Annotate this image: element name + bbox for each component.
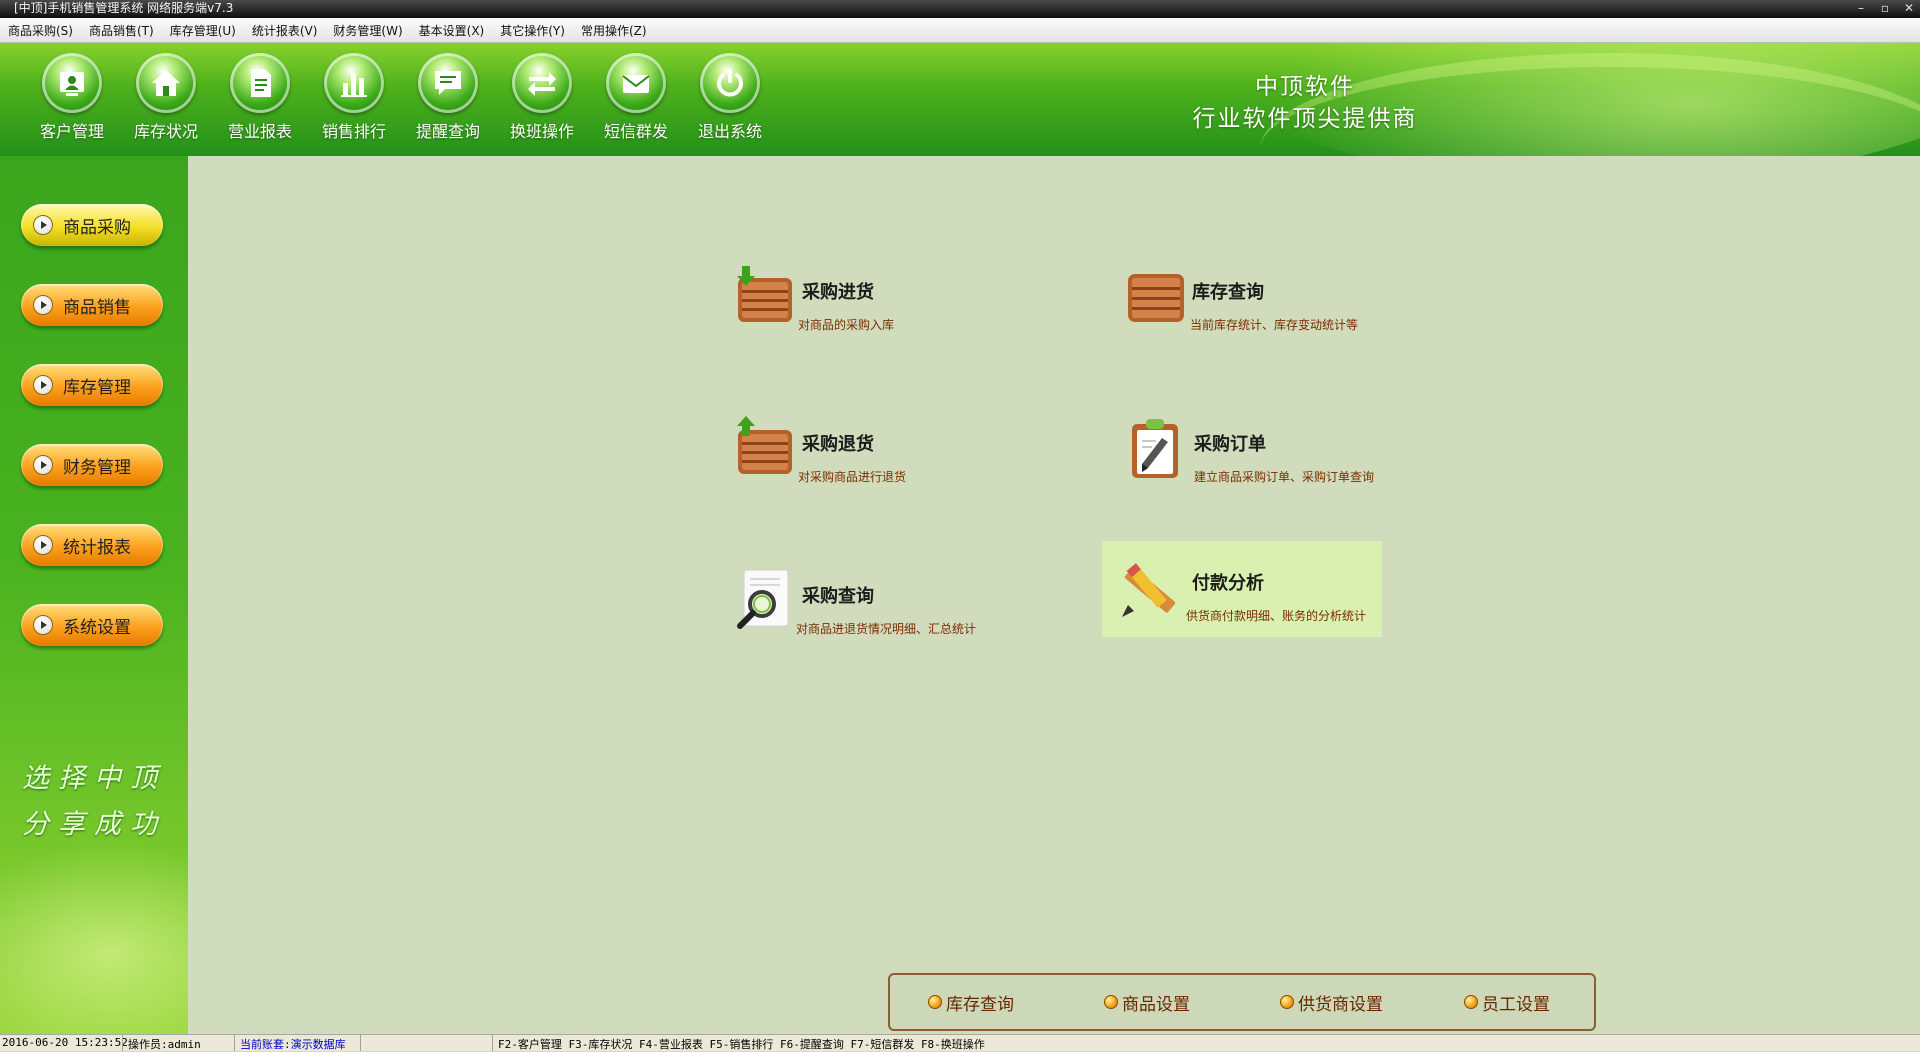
- tile-payment-analysis[interactable]: 付款分析 供货商付款明细、账务的分析统计: [1102, 541, 1382, 637]
- quick-links-bar: 库存查询 商品设置 供货商设置 员工设置: [888, 973, 1596, 1031]
- slogan-line2: 行业软件顶尖提供商: [1192, 106, 1418, 132]
- sidebar-item-inventory[interactable]: 库存管理: [21, 364, 163, 406]
- play-icon: [33, 375, 53, 395]
- sidebar-item-finance[interactable]: 财务管理: [21, 444, 163, 486]
- status-datetime: 2016-06-20 15:23:52: [2, 1036, 128, 1049]
- tile-purchase-return[interactable]: 采购退货 对采购商品进行退货: [720, 402, 1000, 498]
- slogan-line1: 中顶软件: [1255, 74, 1355, 100]
- menu-settings[interactable]: 基本设置(X): [411, 22, 493, 39]
- bullet-icon: [928, 995, 942, 1009]
- sidebar-item-label: 库存管理: [63, 377, 131, 398]
- tile-desc: 对商品进退货情况明细、汇总统计: [796, 622, 977, 636]
- company-slogan: 中顶软件 行业软件顶尖提供商: [1150, 71, 1460, 135]
- status-bar: 2016-06-20 15:23:52 操作员:admin 当前账套:演示数据库…: [0, 1034, 1920, 1051]
- report-icon: [251, 69, 271, 97]
- sidebar-item-purchase[interactable]: 商品采购: [21, 204, 163, 246]
- play-icon: [33, 455, 53, 475]
- tile-title: 付款分析: [1192, 573, 1264, 594]
- menu-common[interactable]: 常用操作(Z): [573, 22, 655, 39]
- play-icon: [33, 215, 53, 235]
- customer-icon: [60, 72, 84, 96]
- crate-return-icon: [737, 416, 792, 474]
- menu-bar: 商品采购(S) 商品销售(T) 库存管理(U) 统计报表(V) 财务管理(W) …: [0, 18, 1920, 43]
- tile-title: 库存查询: [1192, 282, 1264, 303]
- tile-desc: 当前库存统计、库存变动统计等: [1190, 318, 1359, 332]
- tool-sales-ranking[interactable]: 销售排行: [307, 53, 401, 142]
- sidebar-motto: 选择中顶 分享成功: [22, 763, 166, 840]
- bullet-icon: [1464, 995, 1478, 1009]
- sidebar: 商品采购 商品销售 库存管理 财务管理 统计报表 系统设置 选择中顶 分享成功: [0, 156, 188, 1034]
- play-icon: [33, 295, 53, 315]
- toolbar: 客户管理 库存状况 营业报表 销售排行 提醒查询 换班操作 短信群发 退出系统: [25, 53, 777, 142]
- home-icon: [152, 70, 180, 96]
- tool-business-report[interactable]: 营业报表: [213, 53, 307, 142]
- envelope-icon: [622, 75, 650, 93]
- bar-chart-icon: [341, 73, 367, 97]
- power-icon: [717, 69, 743, 97]
- play-icon: [33, 535, 53, 555]
- clipboard-icon: [1132, 419, 1178, 478]
- window-title: [中顶]手机销售管理系统 网络服务端v7.3: [14, 1, 234, 15]
- menu-sales[interactable]: 商品销售(T): [81, 22, 162, 39]
- tool-inventory-status[interactable]: 库存状况: [119, 53, 213, 142]
- close-button[interactable]: ✕: [1902, 0, 1916, 16]
- crate-icon: [1128, 274, 1184, 322]
- tile-desc: 对采购商品进行退货: [798, 470, 907, 484]
- menu-other[interactable]: 其它操作(Y): [492, 22, 573, 39]
- tile-desc: 建立商品采购订单、采购订单查询: [1194, 470, 1375, 484]
- sidebar-item-label: 统计报表: [63, 537, 131, 558]
- tile-title: 采购退货: [802, 434, 874, 455]
- menu-finance[interactable]: 财务管理(W): [325, 22, 410, 39]
- tile-title: 采购进货: [802, 282, 874, 303]
- tile-inventory-query[interactable]: 库存查询 当前库存统计、库存变动统计等: [1110, 250, 1390, 346]
- tile-purchase-order[interactable]: 采购订单 建立商品采购订单、采购订单查询: [1110, 402, 1390, 498]
- quick-link-product-settings[interactable]: 商品设置: [1104, 990, 1190, 1015]
- sidebar-item-label: 财务管理: [63, 457, 131, 478]
- tile-desc: 供货商付款明细、账务的分析统计: [1186, 609, 1367, 623]
- tool-reminder-query[interactable]: 提醒查询: [401, 53, 495, 142]
- sidebar-item-label: 商品销售: [63, 297, 131, 318]
- window-controls: – ▫ ✕: [1854, 0, 1916, 16]
- quick-link-employee-settings[interactable]: 员工设置: [1464, 990, 1550, 1015]
- menu-inventory[interactable]: 库存管理(U): [162, 22, 244, 39]
- magnifier-document-icon: [737, 569, 789, 629]
- banner: 客户管理 库存状况 营业报表 销售排行 提醒查询 换班操作 短信群发 退出系统 …: [0, 43, 1920, 156]
- pencil-ruler-icon: [1122, 563, 1176, 617]
- swap-arrows-icon: [528, 72, 556, 96]
- tile-purchase-query[interactable]: 采购查询 对商品进退货情况明细、汇总统计: [720, 554, 1000, 650]
- tool-sms-broadcast[interactable]: 短信群发: [589, 53, 683, 142]
- tile-purchase-in[interactable]: 采购进货 对商品的采购入库: [720, 250, 1000, 346]
- crate-in-icon: [737, 266, 792, 322]
- menu-reports[interactable]: 统计报表(V): [244, 22, 326, 39]
- sidebar-item-label: 系统设置: [63, 617, 131, 638]
- quick-link-supplier-settings[interactable]: 供货商设置: [1280, 990, 1383, 1015]
- bullet-icon: [1280, 995, 1294, 1009]
- tool-customer[interactable]: 客户管理: [25, 53, 119, 142]
- quick-link-inventory-query[interactable]: 库存查询: [928, 990, 1014, 1015]
- speech-bubble-icon: [435, 71, 461, 95]
- tile-title: 采购订单: [1194, 434, 1266, 455]
- title-bar: [中顶]手机销售管理系统 网络服务端v7.3 – ▫ ✕: [0, 0, 1920, 18]
- bullet-icon: [1104, 995, 1118, 1009]
- sidebar-item-sales[interactable]: 商品销售: [21, 284, 163, 326]
- main-content: 采购进货 对商品的采购入库 库存查询 当前库存统计、库存变动统计等 采购退货 对…: [188, 156, 1920, 1034]
- tile-desc: 对商品的采购入库: [798, 318, 895, 332]
- menu-purchase[interactable]: 商品采购(S): [0, 22, 81, 39]
- tile-title: 采购查询: [802, 586, 874, 607]
- tool-shift-change[interactable]: 换班操作: [495, 53, 589, 142]
- sidebar-item-reports[interactable]: 统计报表: [21, 524, 163, 566]
- play-icon: [33, 615, 53, 635]
- restore-button[interactable]: ▫: [1878, 0, 1892, 16]
- sidebar-item-label: 商品采购: [63, 217, 131, 238]
- minimize-button[interactable]: –: [1854, 0, 1868, 16]
- sidebar-item-settings[interactable]: 系统设置: [21, 604, 163, 646]
- tool-exit-system[interactable]: 退出系统: [683, 53, 777, 142]
